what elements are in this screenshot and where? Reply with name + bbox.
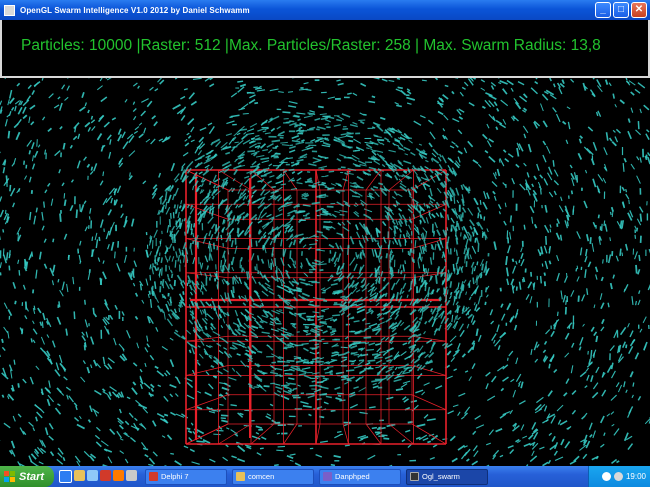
stats-text: Particles: 10000 |Raster: 512 |Max. Part…: [21, 37, 601, 54]
app-icon: [410, 472, 419, 481]
quick-launch: [59, 470, 137, 483]
task-label: comcen: [248, 472, 275, 481]
swarm-scene: [0, 78, 650, 466]
stats-panel: Particles: 10000 |Raster: 512 |Max. Part…: [0, 20, 650, 78]
settings-icon[interactable]: [126, 470, 137, 481]
task-danphped[interactable]: Danphped: [319, 468, 401, 485]
desktop-icon[interactable]: [87, 470, 98, 481]
window-titlebar[interactable]: OpenGL Swarm Intelligence V1.0 2012 by D…: [0, 0, 650, 20]
particle-swarm: [0, 78, 650, 466]
task-delphi[interactable]: Delphi 7: [145, 468, 227, 485]
task-label: Ogl_swarm: [422, 472, 460, 481]
delphi-icon: [149, 472, 158, 481]
start-button[interactable]: Start: [0, 466, 54, 487]
window-controls: _ □ ✕: [595, 2, 647, 18]
close-button[interactable]: ✕: [631, 2, 647, 18]
particle-swarm-front: [145, 112, 490, 399]
folder-icon[interactable]: [74, 470, 85, 481]
close-icon: ✕: [634, 4, 644, 15]
volume-icon[interactable]: [613, 472, 623, 481]
window-title: OpenGL Swarm Intelligence V1.0 2012 by D…: [20, 5, 250, 15]
folder-icon: [236, 472, 245, 481]
browser-icon[interactable]: [113, 470, 124, 481]
help-icon[interactable]: [601, 472, 611, 481]
opengl-viewport[interactable]: [0, 78, 650, 466]
task-ogl-swarm[interactable]: Ogl_swarm: [406, 468, 488, 485]
clock: 19:00: [625, 472, 646, 481]
editor-icon: [323, 472, 332, 481]
delphi-icon[interactable]: [100, 470, 111, 481]
minimize-icon: _: [600, 4, 606, 15]
start-label: Start: [19, 470, 45, 483]
explorer-icon[interactable]: [59, 470, 72, 483]
minimize-button[interactable]: _: [595, 2, 611, 18]
system-tray: 19:00: [588, 466, 650, 487]
maximize-button[interactable]: □: [613, 2, 629, 18]
task-comcen[interactable]: comcen: [232, 468, 314, 485]
maximize-icon: □: [617, 4, 625, 15]
taskbar: Start Delphi 7 comcen Danphped Ogl_swarm…: [0, 466, 650, 487]
task-label: Delphi 7: [161, 472, 189, 481]
app-icon[interactable]: [4, 4, 15, 16]
task-label: Danphped: [335, 472, 370, 481]
windows-logo-icon: [4, 471, 15, 482]
